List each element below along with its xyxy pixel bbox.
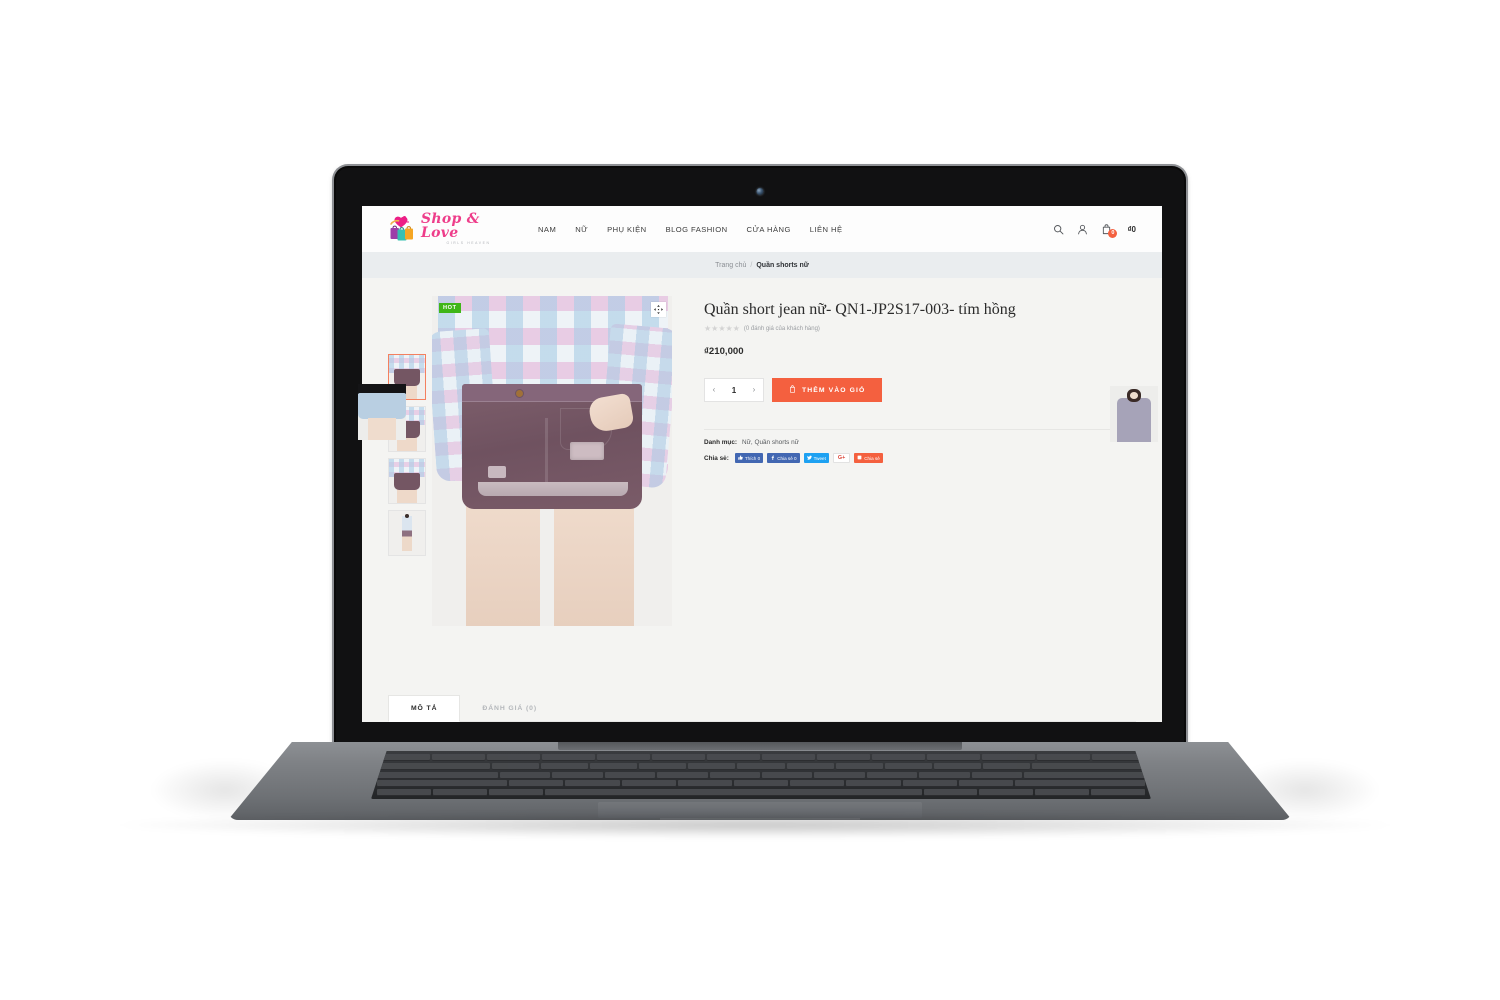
zalo-share-button[interactable]: Chia sẻ: [854, 453, 883, 464]
laptop-keyboard[interactable]: [371, 751, 1151, 799]
product-main-image[interactable]: HOT: [432, 296, 672, 626]
laptop-ground-shadow: [120, 812, 1390, 838]
cart-icon[interactable]: 0: [1101, 223, 1118, 238]
cart-bag-icon: [789, 385, 796, 395]
cart-amount[interactable]: ₫0: [1127, 225, 1136, 234]
breadcrumb-current: Quần shorts nữ: [756, 261, 809, 269]
laptop-screen: Shop & Love GIRLS HEAVEN NAM NỮ PHỤ KIỆN…: [362, 206, 1162, 722]
breadcrumb: Trang chủ / Quần shorts nữ: [362, 252, 1162, 278]
nav-item-nam[interactable]: NAM: [538, 225, 556, 234]
facebook-like-button[interactable]: Thích 0: [734, 453, 764, 464]
share-square-icon: [857, 455, 862, 461]
facebook-like-label: Thích 0: [744, 455, 761, 461]
breadcrumb-separator: /: [750, 261, 753, 269]
logo-tagline: GIRLS HEAVEN: [446, 241, 491, 246]
user-account-icon[interactable]: [1077, 224, 1088, 235]
thumbs-up-icon: [738, 455, 743, 461]
add-to-cart-label: THÊM VÀO GIỎ: [802, 386, 866, 394]
tab-mo-ta[interactable]: MÔ TẢ: [388, 695, 461, 722]
thumbnail-4[interactable]: [388, 510, 426, 556]
laptop-bezel: Shop & Love GIRLS HEAVEN NAM NỮ PHỤ KIỆN…: [336, 168, 1184, 744]
tab-danh-gia[interactable]: ĐÁNH GIÁ (0): [460, 695, 559, 721]
quantity-decrease-button[interactable]: ‹: [705, 379, 723, 401]
add-to-cart-button[interactable]: THÊM VÀO GIỎ: [772, 378, 883, 403]
nav-item-nu[interactable]: NỮ: [575, 225, 588, 234]
twitter-tweet-label: Tweet: [813, 455, 826, 461]
website-viewport: Shop & Love GIRLS HEAVEN NAM NỮ PHỤ KIỆN…: [362, 206, 1162, 722]
nav-item-lien-he[interactable]: LIÊN HỆ: [810, 225, 843, 234]
product-tabs: MÔ TẢ ĐÁNH GIÁ (0): [388, 695, 1136, 722]
share-label: Chia sẻ:: [704, 454, 729, 462]
info-divider: [704, 429, 1136, 431]
floating-product-image-left: [358, 384, 406, 440]
laptop-lid: Shop & Love GIRLS HEAVEN NAM NỮ PHỤ KIỆN…: [334, 166, 1186, 746]
hot-badge: HOT: [439, 303, 461, 313]
zalo-share-label: Chia sẻ: [864, 455, 880, 461]
logo-name: Shop & Love: [421, 211, 480, 242]
product-price: ₫210,000: [704, 346, 744, 358]
twitter-bird-icon: [806, 455, 812, 461]
facebook-icon: [770, 455, 775, 461]
twitter-tweet-button[interactable]: Tweet: [803, 453, 829, 464]
google-plus-label: G+: [837, 455, 846, 462]
site-header: Shop & Love GIRLS HEAVEN NAM NỮ PHỤ KIỆN…: [362, 206, 1162, 252]
product-title: Quần short jean nữ- QN1-JP2S17-003- tím …: [704, 301, 1016, 318]
expand-move-icon[interactable]: [651, 302, 666, 317]
thumbnail-list: [388, 296, 426, 626]
facebook-share-button[interactable]: Chia sẻ 0: [767, 453, 800, 464]
thumbnail-3[interactable]: [388, 458, 426, 504]
search-icon[interactable]: [1053, 224, 1064, 235]
product-photo: [432, 296, 672, 626]
breadcrumb-home[interactable]: Trang chủ: [715, 262, 746, 269]
category-label: Danh mục:: [704, 439, 738, 447]
cart-count-badge: 0: [1108, 228, 1118, 238]
product-section: HOT Quần short jean nữ- QN1-JP2S17-003- …: [362, 278, 1162, 626]
rating-count-text[interactable]: (0 đánh giá của khách hàng): [744, 326, 820, 332]
site-logo[interactable]: Shop & Love GIRLS HEAVEN: [388, 212, 516, 245]
product-info: Quần short jean nữ- QN1-JP2S17-003- tím …: [678, 296, 1136, 626]
product-category-row: Danh mục: Nữ, Quần shorts nữ: [704, 439, 1136, 446]
product-gallery: HOT: [388, 296, 678, 626]
header-actions: 0 ₫0: [1053, 223, 1136, 238]
nav-item-cua-hang[interactable]: CỬA HÀNG: [747, 225, 791, 234]
nav-item-phu-kien[interactable]: PHỤ KIỆN: [607, 225, 646, 234]
laptop-deck: [228, 742, 1292, 820]
quantity-stepper: ‹ ›: [704, 378, 764, 403]
quantity-increase-button[interactable]: ›: [745, 379, 763, 401]
facebook-share-label: Chia sẻ 0: [777, 455, 797, 461]
quantity-input[interactable]: [723, 384, 745, 396]
google-plus-button[interactable]: G+: [832, 453, 851, 464]
webcam-icon: [756, 188, 764, 195]
share-row: Chia sẻ: Thích 0 Chia sẻ 0 Tweet G+ Chia…: [704, 453, 1136, 464]
category-value[interactable]: Nữ, Quần shorts nữ: [742, 439, 799, 446]
main-navigation: NAM NỮ PHỤ KIỆN BLOG FASHION CỬA HÀNG LI…: [538, 225, 843, 234]
product-rating: ★★★★★ (0 đánh giá của khách hàng): [704, 325, 1136, 333]
purchase-controls: ‹ ›: [704, 378, 1136, 403]
nav-item-blog-fashion[interactable]: BLOG FASHION: [666, 225, 728, 234]
star-rating-icon: ★★★★★: [704, 324, 740, 334]
floating-product-image-right: [1110, 386, 1158, 442]
shopping-bags-heart-icon: [388, 214, 418, 244]
laptop-mockup: Shop & Love GIRLS HEAVEN NAM NỮ PHỤ KIỆN…: [0, 0, 1500, 1000]
